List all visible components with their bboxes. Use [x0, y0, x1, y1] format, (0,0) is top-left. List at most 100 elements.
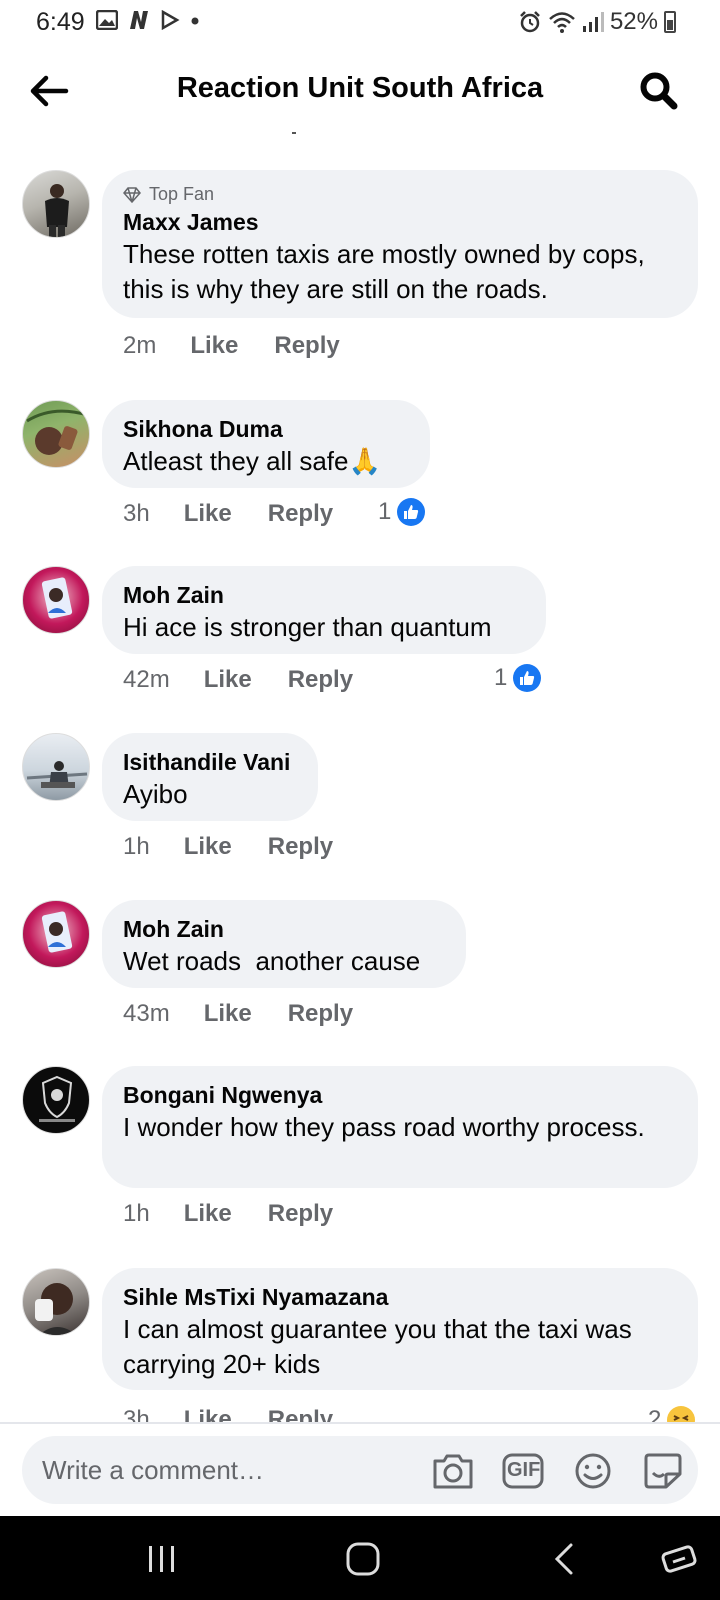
- comment-text-body: Atleast they all safe: [123, 446, 349, 476]
- comment-text: I wonder how they pass road worthy proce…: [123, 1112, 645, 1142]
- reaction-count: 1: [378, 498, 392, 525]
- reply-button[interactable]: Reply: [268, 500, 333, 528]
- commenter-name[interactable]: Maxx James: [123, 207, 678, 237]
- comment-actions: 3h Like Reply: [123, 1406, 333, 1422]
- comment-text: Hi ace is stronger than quantum: [123, 612, 492, 642]
- comment-bubble[interactable]: Bongani Ngwenya I wonder how they pass r…: [102, 1066, 698, 1188]
- home-button[interactable]: [346, 1542, 380, 1581]
- comment-time[interactable]: 3h: [123, 500, 150, 528]
- comment-bubble[interactable]: Sihle MsTixi Nyamazana I can almost guar…: [102, 1268, 698, 1390]
- scroll-indicator: [292, 132, 296, 134]
- comment-bubble[interactable]: Top Fan Maxx James These rotten taxis ar…: [102, 170, 698, 318]
- avatar[interactable]: [22, 733, 90, 801]
- like-button[interactable]: Like: [184, 833, 232, 861]
- comment-time[interactable]: 1h: [123, 1200, 150, 1228]
- recent-apps-button[interactable]: [146, 1544, 178, 1579]
- search-button[interactable]: [638, 70, 680, 112]
- commenter-name[interactable]: Moh Zain: [123, 580, 526, 610]
- back-nav-button[interactable]: [552, 1542, 576, 1581]
- comment-time[interactable]: 43m: [123, 1000, 170, 1028]
- top-app-bar: Reaction Unit South Africa: [0, 46, 720, 136]
- recent-apps-icon: [149, 1546, 174, 1572]
- avatar[interactable]: [22, 1268, 90, 1336]
- comment-text: Ayibo: [123, 779, 188, 809]
- comment-time[interactable]: 3h: [123, 1406, 150, 1422]
- like-button[interactable]: Like: [184, 1406, 232, 1422]
- comment-actions: 3h Like Reply: [123, 500, 333, 528]
- chevron-left-icon: [554, 1543, 573, 1575]
- comment-actions: 42m Like Reply: [123, 666, 353, 694]
- keyboard-rotate-icon: [661, 1545, 697, 1573]
- reaction-summary[interactable]: 1: [378, 498, 426, 526]
- haha-reaction-icon: [667, 1406, 696, 1422]
- like-button[interactable]: Like: [190, 332, 238, 360]
- like-button[interactable]: Like: [184, 500, 232, 528]
- reply-button[interactable]: Reply: [288, 1000, 353, 1028]
- gif-button[interactable]: GIF: [502, 1452, 544, 1490]
- reply-button[interactable]: Reply: [268, 1200, 333, 1228]
- avatar[interactable]: [22, 566, 90, 634]
- comment-text: Wet roads another cause: [123, 946, 421, 976]
- reply-button[interactable]: Reply: [268, 833, 333, 861]
- comment-bubble[interactable]: Moh Zain Wet roads another cause: [102, 900, 466, 988]
- gallery-icon: [96, 10, 118, 30]
- comment-item: Sihle MsTixi Nyamazana I can almost guar…: [0, 1268, 720, 1422]
- like-reaction-icon: [513, 664, 542, 692]
- reply-button[interactable]: Reply: [274, 332, 339, 360]
- avatar[interactable]: [22, 1066, 90, 1134]
- comment-actions: 43m Like Reply: [123, 1000, 353, 1028]
- commenter-name[interactable]: Bongani Ngwenya: [123, 1080, 678, 1110]
- dot-icon: [191, 17, 199, 25]
- comment-composer: Write a comment… GIF: [0, 1424, 720, 1516]
- like-reaction-icon: [397, 498, 426, 526]
- comment-actions: 1h Like Reply: [123, 833, 333, 861]
- like-button[interactable]: Like: [204, 666, 252, 694]
- reaction-count: 2: [648, 1406, 662, 1422]
- comment-time[interactable]: 1h: [123, 833, 150, 861]
- comment-text: Atleast they all safe🙏: [123, 444, 410, 479]
- sticker-button[interactable]: [642, 1452, 684, 1490]
- sticker-icon: [644, 1453, 682, 1489]
- camera-button[interactable]: [432, 1452, 474, 1490]
- signal-icon: [582, 12, 604, 32]
- netflix-icon: [130, 11, 148, 29]
- emoji-button[interactable]: [572, 1452, 614, 1490]
- commenter-name[interactable]: Moh Zain: [123, 914, 446, 944]
- system-icons: 52%: [518, 8, 676, 36]
- keyboard-toggle-button[interactable]: [660, 1542, 700, 1581]
- search-icon: [640, 72, 678, 110]
- comment-bubble[interactable]: Sikhona Duma Atleast they all safe🙏: [102, 400, 430, 488]
- status-time: 6:49: [36, 8, 85, 36]
- wifi-icon: [549, 12, 575, 33]
- comment-bubble[interactable]: Moh Zain Hi ace is stronger than quantum: [102, 566, 546, 654]
- alarm-icon: [520, 11, 540, 33]
- reaction-count: 1: [494, 664, 508, 691]
- system-navigation-bar: [0, 1516, 720, 1600]
- reaction-summary[interactable]: 1: [494, 664, 542, 692]
- reaction-summary[interactable]: 2: [648, 1406, 696, 1422]
- like-button[interactable]: Like: [184, 1200, 232, 1228]
- status-bar: 6:49 52%: [0, 0, 720, 46]
- commenter-name[interactable]: Isithandile Vani: [123, 747, 298, 777]
- badge-label: Top Fan: [149, 184, 215, 204]
- avatar[interactable]: [22, 170, 90, 238]
- avatar[interactable]: [22, 400, 90, 468]
- reply-button[interactable]: Reply: [268, 1406, 333, 1422]
- diamond-icon: [123, 186, 141, 203]
- page-title: Reaction Unit South Africa: [176, 72, 544, 104]
- commenter-name[interactable]: Sikhona Duma: [123, 414, 410, 444]
- camera-icon: [433, 1454, 473, 1489]
- battery-percent: 52%: [609, 8, 658, 35]
- comment-time[interactable]: 2m: [123, 332, 156, 360]
- comment-time[interactable]: 42m: [123, 666, 170, 694]
- commenter-name[interactable]: Sihle MsTixi Nyamazana: [123, 1282, 678, 1312]
- comment-actions: 1h Like Reply: [123, 1200, 333, 1228]
- reply-button[interactable]: Reply: [288, 666, 353, 694]
- like-button[interactable]: Like: [204, 1000, 252, 1028]
- top-fan-badge: Top Fan: [123, 184, 678, 205]
- comment-text: I can almost guarantee you that the taxi…: [123, 1314, 632, 1379]
- gif-label: GIF: [507, 1459, 541, 1481]
- home-icon: [346, 1542, 380, 1576]
- comment-bubble[interactable]: Isithandile Vani Ayibo: [102, 733, 318, 821]
- avatar[interactable]: [22, 900, 90, 968]
